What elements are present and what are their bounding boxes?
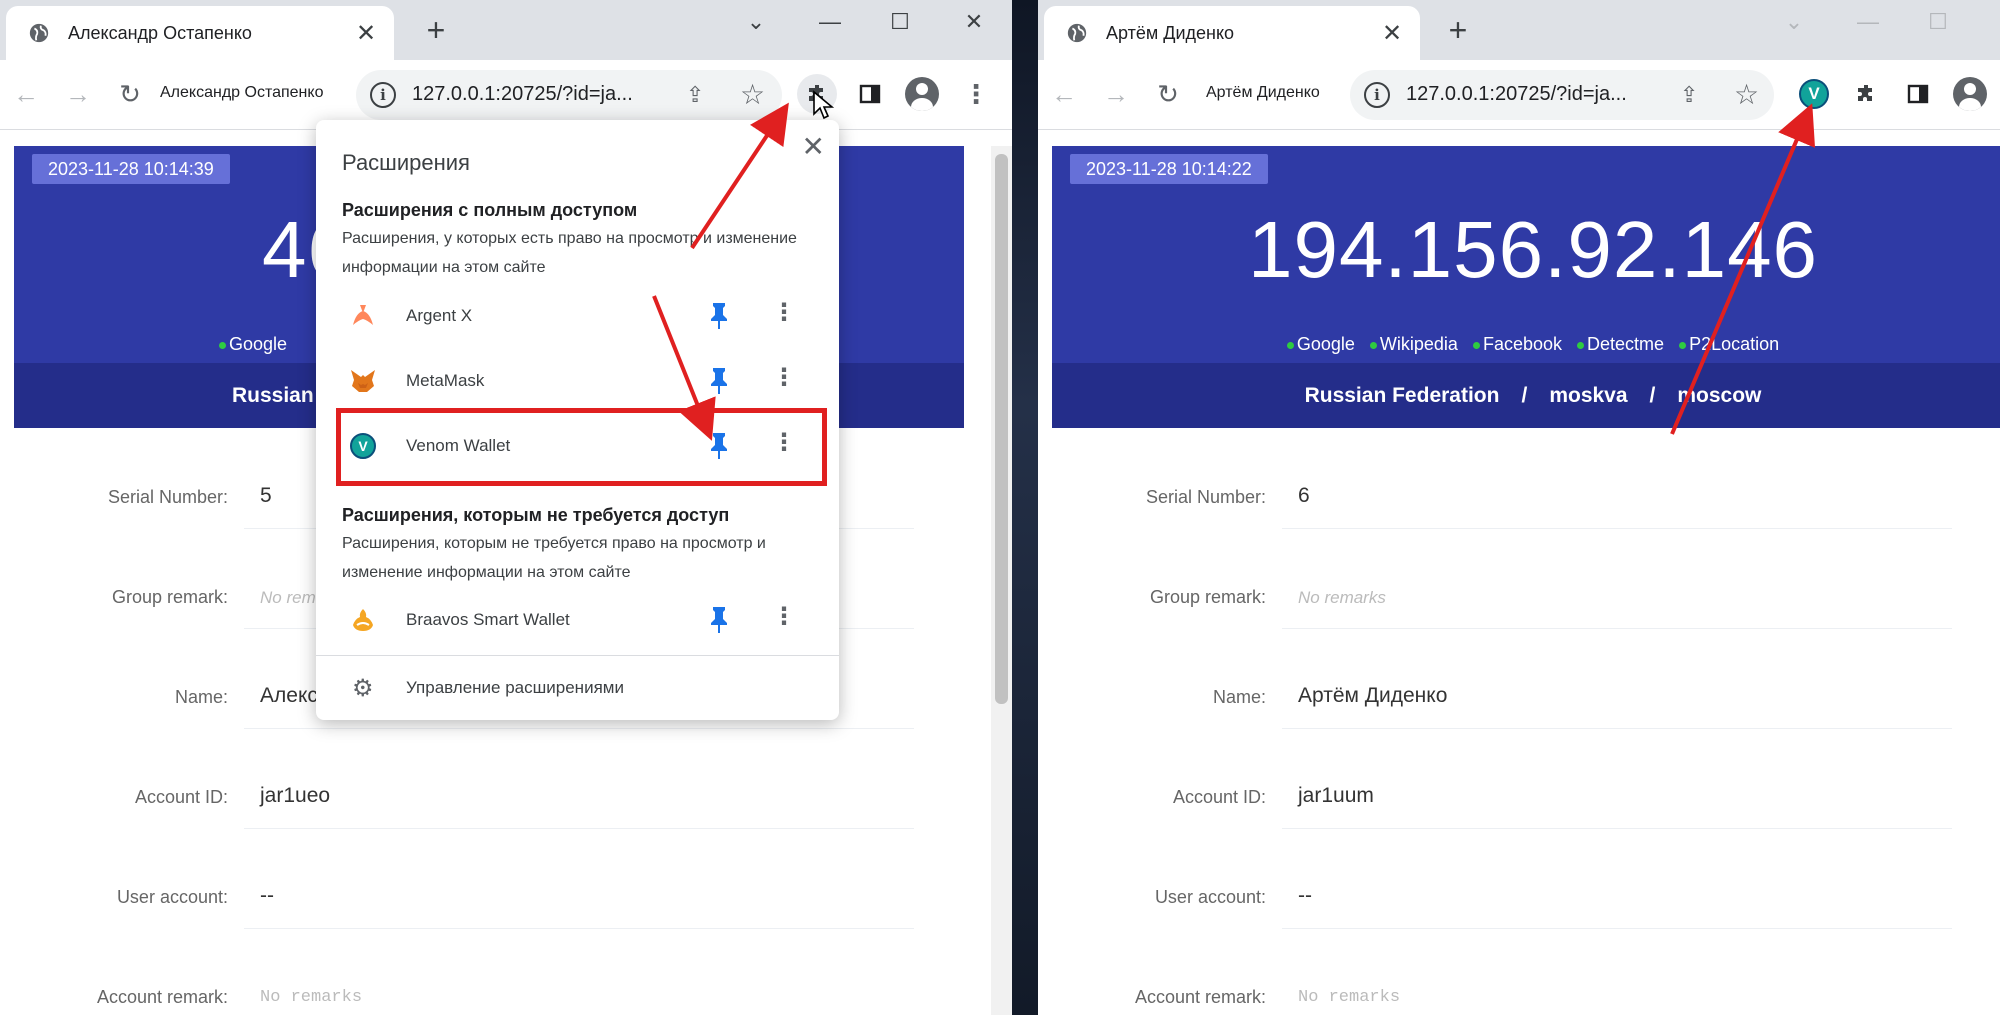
mouse-cursor-icon [813,90,834,120]
annotation-arrows [652,102,1816,441]
annotation-arrow [1670,103,1816,435]
annotation-arrow [652,295,716,441]
annotation-arrow [690,102,789,250]
